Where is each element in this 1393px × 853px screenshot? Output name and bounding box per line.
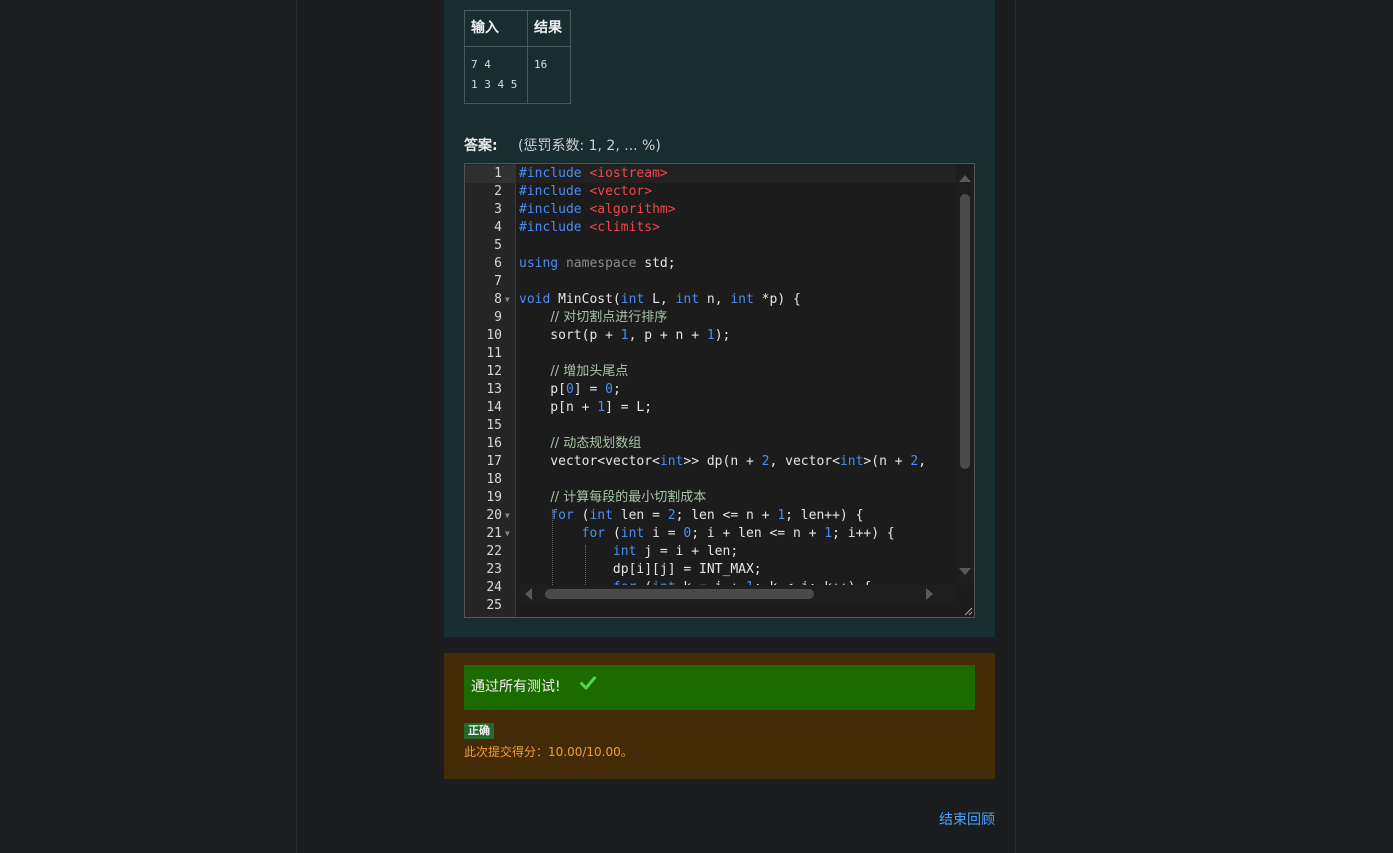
code-line[interactable]: 17 vector<vector<int>> dp(n + 2, vector<…	[465, 453, 974, 471]
line-number: 21	[486, 526, 502, 541]
line-number: 3	[494, 202, 502, 217]
code-line[interactable]: 5	[465, 237, 974, 255]
code-line[interactable]: 11	[465, 345, 974, 363]
check-icon	[580, 675, 596, 694]
line-number: 11	[486, 346, 502, 361]
line-number: 8	[494, 292, 502, 307]
line-number: 1	[465, 165, 502, 183]
vertical-scroll-thumb[interactable]	[960, 194, 970, 469]
line-number: 23	[486, 562, 502, 577]
penalty-text: (惩罚系数: 1, 2, ... %)	[518, 138, 661, 154]
line-number: 4	[494, 220, 502, 235]
line-number: 5	[494, 238, 502, 253]
line-number: 20	[486, 508, 502, 523]
code-editor[interactable]: 1 #include <iostream> 2 #include <vector> 3 #…	[464, 163, 975, 618]
code-line[interactable]: 19 // 计算每段的最小切割成本	[465, 489, 974, 507]
code-text: #include <iostream>	[519, 166, 668, 181]
line-number: 22	[486, 544, 502, 559]
code-line[interactable]: 7	[465, 273, 974, 291]
code-line[interactable]: 12 // 增加头尾点	[465, 363, 974, 381]
code-line[interactable]: 10 sort(p + 1, p + n + 1);	[465, 327, 974, 345]
line-number: 24	[486, 580, 502, 595]
line-number: 25	[486, 598, 502, 613]
scroll-right-icon[interactable]	[926, 588, 933, 600]
indent-guide	[585, 545, 586, 585]
line-number: 17	[486, 454, 502, 469]
code-line[interactable]: 16 // 动态规划数组	[465, 435, 974, 453]
code-text: #include <algorithm>	[519, 202, 676, 217]
code-text: p[n + 1] = L;	[519, 400, 653, 415]
status-badge: 正确	[464, 723, 494, 739]
code-text: // 计算每段的最小切割成本	[550, 490, 707, 505]
code-line[interactable]: 1 #include <iostream>	[465, 165, 974, 183]
code-line[interactable]: 13 p[0] = 0;	[465, 381, 974, 399]
line-number: 18	[486, 472, 502, 487]
code-text: for (int i = 0; i + len <= n + 1; i++) {	[581, 526, 895, 541]
code-text: using namespace std;	[519, 256, 676, 271]
code-text: // 增加头尾点	[550, 364, 629, 379]
horizontal-scroll-thumb[interactable]	[545, 589, 814, 599]
vertical-scrollbar[interactable]	[956, 164, 974, 585]
code-line[interactable]: 15	[465, 417, 974, 435]
code-line[interactable]: 14 p[n + 1] = L;	[465, 399, 974, 417]
line-number: 9	[494, 310, 502, 325]
result-header: 结果	[527, 10, 571, 47]
fold-arrow-icon[interactable]: ▼	[505, 291, 510, 309]
result-cell: 16	[527, 46, 571, 104]
code-text: p[0] = 0;	[519, 382, 621, 397]
code-line[interactable]: 8 ▼ void MinCost(int L, int n, int *p) {	[465, 291, 974, 309]
code-text: #include <vector>	[519, 184, 653, 199]
line-number: 2	[494, 184, 502, 199]
finish-review-link[interactable]: 结束回顾	[939, 809, 995, 829]
code-text: // 动态规划数组	[550, 436, 642, 451]
resize-handle-icon[interactable]	[964, 607, 973, 616]
line-number: 14	[486, 400, 502, 415]
line-number: 10	[486, 328, 502, 343]
code-text: #include <climits>	[519, 220, 660, 235]
scroll-left-icon[interactable]	[525, 588, 532, 600]
code-line[interactable]: 22 int j = i + len;	[465, 543, 974, 561]
code-text: void MinCost(int L, int n, int *p) {	[519, 292, 801, 307]
code-line[interactable]: 21 ▼ for (int i = 0; i + len <= n + 1; i+…	[465, 525, 974, 543]
code-text: sort(p + 1, p + n + 1);	[519, 328, 731, 343]
feedback-panel: 通过所有测试! 正确 此次提交得分：10.00/10.00。	[444, 653, 995, 779]
code-line[interactable]: 3 #include <algorithm>	[465, 201, 974, 219]
score-text: 此次提交得分：10.00/10.00。	[464, 745, 633, 759]
horizontal-scrollbar[interactable]	[516, 585, 957, 603]
scroll-up-icon[interactable]	[959, 175, 971, 182]
code-line[interactable]: 9 // 对切割点进行排序	[465, 309, 974, 327]
line-number: 16	[486, 436, 502, 451]
line-number: 15	[486, 418, 502, 433]
line-number: 6	[494, 256, 502, 271]
indent-guide	[552, 509, 553, 585]
code-line[interactable]: 4 #include <climits>	[465, 219, 974, 237]
code-line[interactable]: 2 #include <vector>	[465, 183, 974, 201]
code-text: for (int len = 2; len <= n + 1; len++) {	[550, 508, 864, 523]
code-line[interactable]: 6 using namespace std;	[465, 255, 974, 273]
scroll-down-icon[interactable]	[959, 568, 971, 575]
line-number: 12	[486, 364, 502, 379]
line-number: 7	[494, 274, 502, 289]
code-line[interactable]: 18	[465, 471, 974, 489]
fold-arrow-icon[interactable]: ▼	[505, 525, 510, 543]
code-text: vector<vector<int>> dp(n + 2, vector<int…	[519, 454, 927, 469]
pass-message-box: 通过所有测试!	[464, 665, 975, 710]
fold-arrow-icon[interactable]: ▼	[505, 507, 510, 525]
answer-label: 答案:	[464, 138, 498, 154]
code-text: dp[i][j] = INT_MAX;	[519, 562, 762, 577]
input-header: 输入	[464, 10, 528, 47]
code-line[interactable]: 23 dp[i][j] = INT_MAX;	[465, 561, 974, 579]
code-lines[interactable]: 1 #include <iostream> 2 #include <vector> 3 #…	[465, 165, 974, 615]
input-cell: 7 4 1 3 4 5	[464, 46, 528, 104]
pass-message: 通过所有测试!	[471, 679, 561, 695]
line-number: 19	[486, 490, 502, 505]
code-line[interactable]: 20 ▼ for (int len = 2; len <= n + 1; len+…	[465, 507, 974, 525]
code-text: // 对切割点进行排序	[550, 310, 668, 325]
table-row: 7 4 1 3 4 5 16	[464, 46, 571, 104]
testcase-table: 输入 结果 7 4 1 3 4 5 16	[464, 10, 571, 104]
line-number: 13	[486, 382, 502, 397]
